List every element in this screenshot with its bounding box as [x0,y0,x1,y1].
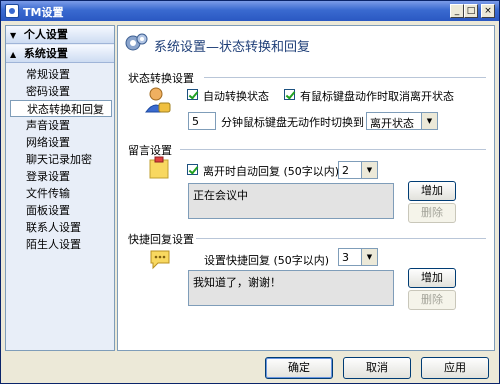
close-button[interactable]: × [481,4,495,18]
sidebar-group-personal[interactable]: ▼ 个人设置 [6,26,114,44]
sidebar-item-password[interactable]: 密码设置 [10,83,112,100]
speech-bubble-icon [150,250,170,270]
window-title: TM设置 [23,6,64,19]
collapse-arrow-icon: ▲ [10,50,17,59]
add-quick-reply-button[interactable]: 增加 [408,268,456,288]
gears-icon [125,33,148,51]
section-divider [204,77,486,78]
idle-minutes-input[interactable]: 5 [188,112,216,130]
sticky-note-icon [149,156,169,179]
idle-minutes-value: 5 [192,115,199,128]
section-divider [180,149,486,150]
idle-text-label: 分钟鼠标键盘无动作时切换到 [221,116,364,129]
apply-button[interactable]: 应用 [421,357,489,379]
quick-reply-label: 设置快捷回复 (50字以内) [204,254,330,267]
sidebar-group-label: 系统设置 [23,47,68,60]
cancel-away-checkbox[interactable] [284,89,295,100]
auto-switch-checkbox[interactable] [187,89,198,100]
sidebar-group-label: 个人设置 [23,28,68,41]
settings-window: TM设置 _ □ × ▼ 个人设置 ▲ 系统设置 常规设置 密码设置 状态转换和… [0,0,500,384]
quick-reply-text: 我知道了，谢谢！ [193,276,281,289]
sidebar-item-status-reply[interactable]: 状态转换和回复 [10,100,112,117]
maximize-button[interactable]: □ [464,4,478,18]
auto-reply-checkbox[interactable] [187,164,198,175]
sidebar-item-general[interactable]: 常规设置 [10,66,112,83]
quick-reply-textarea[interactable]: 我知道了，谢谢！ [188,270,394,306]
auto-reply-label: 离开时自动回复 (50字以内) [203,165,340,178]
settings-sidebar: ▼ 个人设置 ▲ 系统设置 常规设置 密码设置 状态转换和回复 声音设置 网络设… [5,25,115,351]
app-icon [5,4,19,18]
delete-quick-reply-button[interactable]: 删除 [408,290,456,310]
quick-reply-section-label: 快捷回复设置 [128,233,194,246]
sidebar-item-network[interactable]: 网络设置 [10,134,112,151]
ok-button[interactable]: 确定 [265,357,333,379]
expand-arrow-icon: ▼ [10,31,17,40]
settings-main-panel: 系统设置—状态转换和回复 状态转换设置 自动转换状态 有鼠标键盘动作时取消离开状… [117,25,495,351]
sidebar-item-panel[interactable]: 面板设置 [10,202,112,219]
quick-slot-value: 3 [342,251,349,264]
sidebar-item-strangers[interactable]: 陌生人设置 [10,236,112,253]
quick-slot-select[interactable]: 3 ▼ [338,248,378,266]
delete-reply-button[interactable]: 删除 [408,203,456,223]
dropdown-arrow-icon: ▼ [421,113,437,129]
auto-switch-label: 自动转换状态 [203,90,269,103]
user-status-icon [145,87,171,113]
cancel-away-label: 有鼠标键盘动作时取消离开状态 [300,90,454,103]
reply-slot-select[interactable]: 2 ▼ [338,161,378,179]
sidebar-item-file-transfer[interactable]: 文件传输 [10,185,112,202]
panel-title: 系统设置—状态转换和回复 [154,40,311,55]
dropdown-arrow-icon: ▼ [361,162,377,178]
minimize-button[interactable]: _ [450,4,464,18]
sidebar-item-contacts[interactable]: 联系人设置 [10,219,112,236]
section-divider [196,238,486,239]
status-section-label: 状态转换设置 [128,72,194,85]
idle-status-select[interactable]: 离开状态 ▼ [366,112,438,130]
sidebar-item-chat-encryption[interactable]: 聊天记录加密 [10,151,112,168]
title-bar[interactable]: TM设置 _ □ × [1,1,499,21]
sidebar-item-login[interactable]: 登录设置 [10,168,112,185]
away-reply-textarea[interactable]: 正在会议中 [188,183,394,219]
dropdown-arrow-icon: ▼ [361,249,377,265]
reply-slot-value: 2 [342,164,349,177]
away-reply-text: 正在会议中 [193,189,248,202]
add-reply-button[interactable]: 增加 [408,181,456,201]
idle-status-value: 离开状态 [370,117,414,130]
sidebar-group-system[interactable]: ▲ 系统设置 [6,45,114,63]
sidebar-item-sound[interactable]: 声音设置 [10,117,112,134]
cancel-button[interactable]: 取消 [343,357,411,379]
